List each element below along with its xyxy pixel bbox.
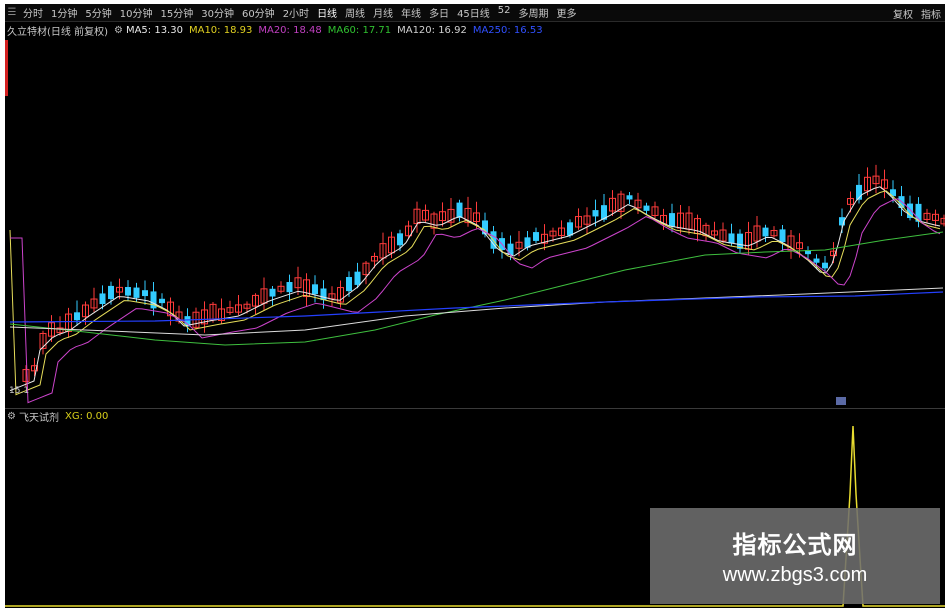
ma-legend-item: MA10: 18.93	[188, 24, 253, 36]
tab-3[interactable]: 10分钟	[116, 5, 157, 20]
tab-16[interactable]: 更多	[553, 5, 581, 20]
tab-5[interactable]: 30分钟	[197, 5, 238, 20]
watermark: 指标公式网 www.zbgs3.com	[650, 508, 940, 604]
panel-divider[interactable]	[5, 408, 945, 409]
fuquan-button[interactable]: 复权	[893, 6, 913, 21]
ma-legend-item: MA250: 16.53	[472, 24, 543, 36]
ma5-line	[9, 186, 941, 392]
indicator-value: XG: 0.00	[64, 411, 109, 422]
candle	[728, 233, 735, 244]
candle	[507, 243, 514, 256]
candle	[592, 210, 599, 217]
candle	[108, 285, 114, 300]
candle	[822, 262, 828, 269]
candle	[762, 227, 769, 237]
ma-legend-item: MA120: 16.92	[397, 24, 467, 36]
tab-4[interactable]: 15分钟	[156, 5, 197, 20]
candle	[456, 202, 463, 218]
candle	[737, 233, 743, 249]
candle	[669, 213, 675, 227]
tab-14[interactable]: 52	[494, 5, 515, 20]
tab-15[interactable]: 多周期	[515, 5, 553, 20]
indicator-legend: ⚙ 飞天试剂 XG: 0.00	[7, 409, 109, 424]
tab-9[interactable]: 周线	[341, 5, 369, 20]
indicator-name[interactable]: 飞天试剂	[19, 409, 59, 424]
candle	[133, 287, 140, 298]
tab-8[interactable]: 日线	[313, 5, 341, 20]
ma-legend: 久立特材(日线 前复权) ⚙ MA5: 13.30 MA10: 18.93 MA20…	[7, 23, 549, 38]
ma60-line	[9, 231, 944, 346]
candle	[286, 282, 293, 293]
candle	[779, 229, 786, 243]
candle	[269, 288, 276, 297]
candle	[567, 222, 573, 236]
tab-11[interactable]: 年线	[397, 5, 425, 20]
candle	[312, 284, 318, 295]
ma20-line	[10, 198, 941, 404]
tab-7[interactable]: 2小时	[279, 5, 313, 20]
tab-6[interactable]: 60分钟	[238, 5, 279, 20]
tab-0[interactable]: 分时	[19, 5, 47, 20]
candle	[99, 293, 106, 305]
watermark-title: 指标公式网	[732, 531, 858, 559]
tab-10[interactable]: 月线	[369, 5, 397, 20]
candle	[125, 287, 131, 296]
price-chart[interactable]	[5, 40, 945, 409]
candle	[142, 290, 148, 297]
period-tabs: 分时 1分钟 5分钟 10分钟 15分钟 30分钟 60分钟 2小时 日线 周线 月线 年线 多日 45日…	[19, 5, 581, 20]
signal-marker	[836, 397, 846, 405]
ma-legend-item: MA5: 13.30	[125, 24, 183, 36]
ma-legend-item: MA60: 17.71	[327, 24, 392, 36]
candle	[533, 232, 539, 241]
ma120-line	[9, 287, 944, 336]
candle	[74, 312, 80, 321]
candle	[320, 288, 327, 301]
tab-13[interactable]: 45日线	[453, 5, 494, 20]
candle	[354, 271, 361, 285]
candle	[643, 205, 650, 211]
ma250-line	[9, 291, 944, 323]
candle	[346, 277, 352, 292]
ma-legend-item: MA20: 18.48	[258, 24, 322, 36]
candle	[813, 258, 820, 263]
menu-icon[interactable]: ☰	[5, 7, 19, 18]
indicator-settings-icon[interactable]: ⚙	[7, 411, 16, 422]
toolbar-right: 复权 指标	[893, 6, 941, 21]
settings-icon[interactable]: ⚙	[114, 25, 123, 36]
tab-1[interactable]: 1分钟	[47, 5, 81, 20]
tab-2[interactable]: 5分钟	[81, 5, 115, 20]
stock-title: 久立特材(日线 前复权)	[7, 26, 108, 38]
candle	[626, 195, 633, 200]
tab-12[interactable]: 多日	[425, 5, 453, 20]
period-toolbar: ☰ 分时 1分钟 5分钟 10分钟 15分钟 30分钟 60分钟 2小时 日线 周线 月线 年线 多日 4…	[5, 4, 945, 22]
candle	[159, 298, 165, 304]
indicator-button[interactable]: 指标	[921, 6, 941, 21]
low-price-label: 15.1	[9, 386, 30, 396]
watermark-url: www.zbgs3.com	[722, 564, 868, 586]
candle	[397, 233, 403, 246]
